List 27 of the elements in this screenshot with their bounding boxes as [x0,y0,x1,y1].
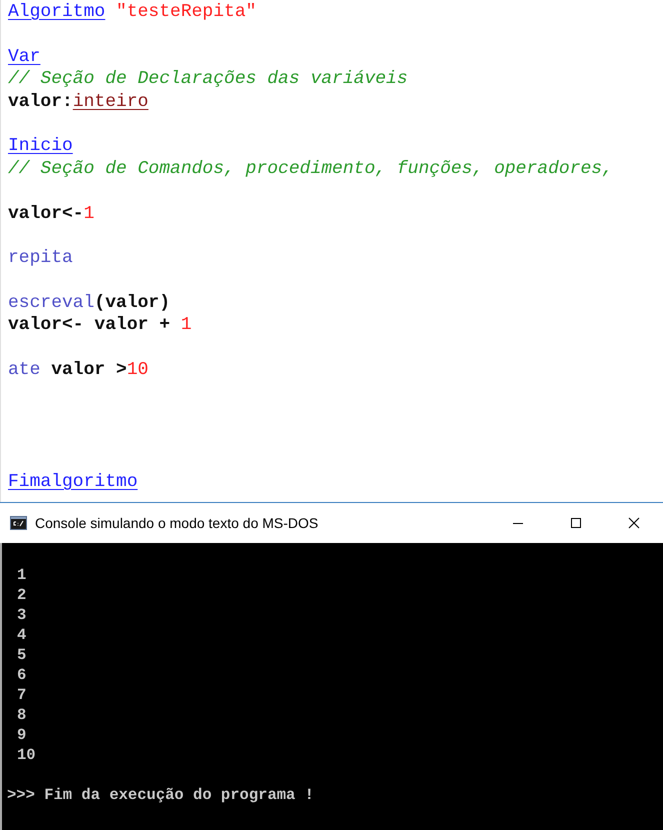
window-title: Console simulando o modo texto do MS-DOS [35,515,318,531]
code-line: Var [8,46,40,68]
code-line: Inicio [8,135,73,158]
console-output: 6 [16,665,26,685]
console-output: 9 [16,725,26,745]
console-message: >>> Fim da execução do programa ! [7,785,314,805]
console-output: 2 [16,585,26,605]
maximize-icon [570,517,582,529]
code-line: repita [8,247,73,270]
code-line: valor<-1 [8,202,94,225]
code-line: escreval(valor) [8,292,170,314]
code-line: // Seção de Comandos, procedimento, funções, operadores, [8,158,613,180]
console-output: 5 [16,645,26,665]
terminal-icon [10,516,27,530]
code-line: ate valor >10 [8,359,148,382]
console-output: 3 [16,605,26,625]
console-output: 10 [16,745,36,765]
console-output: 7 [16,685,26,705]
console-output: 1 [16,565,26,585]
console-output: 4 [16,625,26,645]
code-line: Algoritmo "testeRepita" [8,1,256,24]
code-line: valor<- valor + 1 [8,314,192,337]
code-line: valor:inteiro [8,90,148,113]
code-line: Fimalgoritmo [8,471,138,494]
close-icon [628,517,640,529]
console-output: 8 [16,705,26,725]
code-line: // Seção de Declarações das variáveis [8,68,408,91]
